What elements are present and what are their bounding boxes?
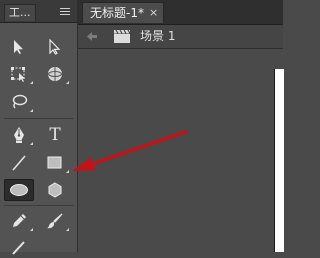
free-transform-tool[interactable]: [4, 63, 34, 85]
line-icon: [12, 155, 26, 171]
selection-tool[interactable]: [4, 36, 34, 58]
tools-panel-title[interactable]: 工...: [4, 4, 36, 21]
pen-tool[interactable]: [4, 124, 34, 146]
ink-bottle-icon: [12, 241, 25, 255]
rectangle-icon: [47, 156, 62, 169]
text-icon: T: [49, 125, 61, 145]
tools-panel: 工... T: [0, 0, 78, 255]
lasso-tool[interactable]: [4, 91, 34, 113]
tools-panel-header: 工...: [0, 0, 77, 23]
3d-rotation-tool[interactable]: [40, 63, 70, 85]
oval-tool[interactable]: [4, 179, 34, 201]
text-tool[interactable]: T: [40, 124, 70, 146]
document-tab-title: 无标题-1*: [90, 6, 144, 20]
selection-arrow-icon: [14, 40, 23, 54]
polystar-icon: [48, 182, 62, 198]
back-arrow-icon[interactable]: [86, 31, 98, 42]
subselection-arrow-icon: [49, 39, 61, 55]
tools-separator: [4, 205, 74, 206]
subselection-tool[interactable]: [40, 36, 70, 58]
brush-tool[interactable]: [40, 210, 70, 232]
document-tab-bar: 无标题-1* ×: [78, 0, 283, 25]
document-tab[interactable]: 无标题-1* ×: [82, 2, 164, 23]
ink-bottle-tool[interactable]: [4, 236, 34, 258]
rectangle-tool[interactable]: [40, 152, 70, 174]
free-transform-icon: [11, 67, 25, 82]
close-icon[interactable]: ×: [149, 6, 158, 20]
stage-area[interactable]: [78, 49, 283, 252]
tools-separator: [4, 118, 74, 119]
pencil-icon: [13, 214, 26, 227]
polystar-tool[interactable]: [40, 179, 70, 201]
3d-rotation-icon: [48, 67, 62, 81]
scene-label[interactable]: 场景 1: [140, 29, 175, 44]
stage-canvas[interactable]: [274, 69, 284, 252]
brush-icon: [47, 213, 63, 229]
panel-menu-icon[interactable]: [60, 8, 70, 15]
line-tool[interactable]: [4, 152, 34, 174]
pen-icon: [14, 127, 24, 143]
pencil-tool[interactable]: [4, 210, 34, 232]
edit-bar: 场景 1: [78, 25, 283, 49]
lasso-icon: [12, 94, 28, 109]
clapperboard-icon: [114, 29, 131, 43]
oval-icon: [10, 184, 28, 196]
